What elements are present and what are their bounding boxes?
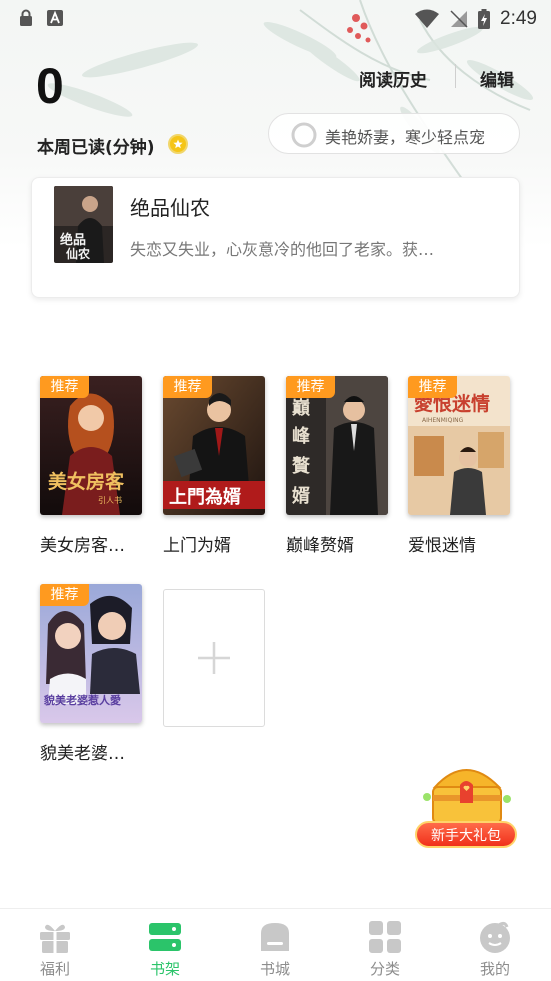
book-title: 美女房客… [40, 536, 125, 556]
search-input[interactable]: 美艳娇妻，寒少轻点宠 [268, 113, 520, 154]
svg-text:峰: 峰 [292, 425, 311, 447]
nav-item-profile[interactable]: 我的 [440, 909, 550, 981]
gift-label: 新手大礼包 [415, 821, 517, 848]
nav-item-bookstore[interactable]: 书城 [220, 909, 330, 981]
svg-text:巔: 巔 [292, 397, 311, 419]
recent-book-description: 失恋又失业，心灰意冷的他回了老家。获… [130, 240, 435, 259]
bottom-navigation: 福利 书架 书城 分类 我的 [0, 908, 551, 981]
new-user-gift-button[interactable]: 新手大礼包 [413, 757, 519, 853]
gift-icon [40, 924, 70, 953]
recommend-badge: 推荐 [408, 376, 457, 398]
svg-text:仙农: 仙农 [66, 246, 90, 261]
svg-text:婿: 婿 [292, 485, 310, 507]
recent-book-card[interactable]: 绝品 仙农 绝品仙农 失恋又失业，心灰意冷的他回了老家。获… [31, 177, 520, 298]
book-cover: 美女房客 引人书 推荐 [40, 376, 142, 515]
svg-text:引人书: 引人书 [98, 495, 122, 505]
nav-label: 书架 [149, 960, 180, 978]
nav-item-category[interactable]: 分类 [330, 909, 440, 981]
battery-charging-icon [478, 9, 491, 29]
book-item[interactable]: 美女房客 引人书 推荐 美女房客… [40, 376, 144, 556]
clock-time: 2:49 [500, 8, 537, 29]
add-book-button[interactable] [163, 589, 265, 727]
cellular-signal-icon [450, 10, 468, 28]
profile-icon [480, 921, 510, 953]
status-bar: 2:49 [0, 0, 551, 38]
book-item[interactable]: 愛恨迷情 AIHENMIQING 推荐 爱恨迷情 [408, 376, 512, 556]
book-cover: 巔 峰 贅 婿 推荐 [286, 376, 388, 515]
search-placeholder: 美艳娇妻，寒少轻点宠 [325, 128, 486, 147]
recent-book-cover: 绝品 仙农 [54, 186, 113, 263]
nav-item-bookshelf[interactable]: 书架 [110, 909, 220, 981]
book-item[interactable]: 上門為婿 推荐 上门为婿 [163, 376, 267, 556]
book-item[interactable]: 巔 峰 贅 婿 推荐 巅峰赘婿 [286, 376, 390, 556]
grid-icon [369, 921, 401, 953]
plus-icon [198, 642, 230, 674]
svg-text:AIHENMIQING: AIHENMIQING [422, 417, 464, 424]
svg-text:绝品: 绝品 [60, 232, 86, 248]
book-title: 上门为婿 [163, 536, 231, 556]
book-cover: 愛恨迷情 AIHENMIQING 推荐 [408, 376, 510, 515]
recommend-badge: 推荐 [40, 584, 89, 606]
book-title: 爱恨迷情 [408, 536, 476, 556]
nav-label: 分类 [369, 960, 400, 978]
weekly-read-minutes: 0 [36, 58, 64, 114]
book-cover: 上門為婿 推荐 [163, 376, 265, 515]
recent-book-title: 绝品仙农 [130, 196, 210, 220]
svg-text:貌美老婆惹人愛: 貌美老婆惹人愛 [43, 693, 121, 707]
coin-icon [168, 134, 188, 154]
bookstore-icon [261, 923, 289, 951]
header-divider [455, 64, 456, 88]
recommend-badge: 推荐 [286, 376, 335, 398]
book-item[interactable]: 貌美老婆惹人愛 推荐 貌美老婆… [40, 584, 144, 764]
book-cover: 貌美老婆惹人愛 推荐 [40, 584, 142, 723]
bookshelf-icon [149, 923, 181, 951]
nav-label: 书城 [259, 960, 290, 978]
nav-item-welfare[interactable]: 福利 [0, 909, 110, 981]
svg-text:贅: 贅 [292, 455, 311, 477]
lock-notification-icon [20, 9, 32, 26]
svg-text:上門為婿: 上門為婿 [169, 486, 241, 508]
reading-history-button[interactable]: 阅读历史 [359, 66, 427, 91]
weekly-read-label: 本周已读(分钟) [37, 138, 155, 158]
nav-label: 我的 [479, 960, 510, 978]
wifi-icon [415, 9, 440, 28]
svg-text:美女房客: 美女房客 [48, 470, 125, 493]
book-title: 貌美老婆… [40, 744, 125, 764]
nav-label: 福利 [39, 960, 70, 978]
edit-button[interactable]: 编辑 [480, 66, 514, 91]
recommend-badge: 推荐 [163, 376, 212, 398]
treasure-chest-icon [423, 769, 511, 824]
search-icon [291, 122, 317, 148]
recommend-badge: 推荐 [40, 376, 89, 398]
book-title: 巅峰赘婿 [286, 536, 354, 556]
app-notification-icon [47, 10, 63, 26]
